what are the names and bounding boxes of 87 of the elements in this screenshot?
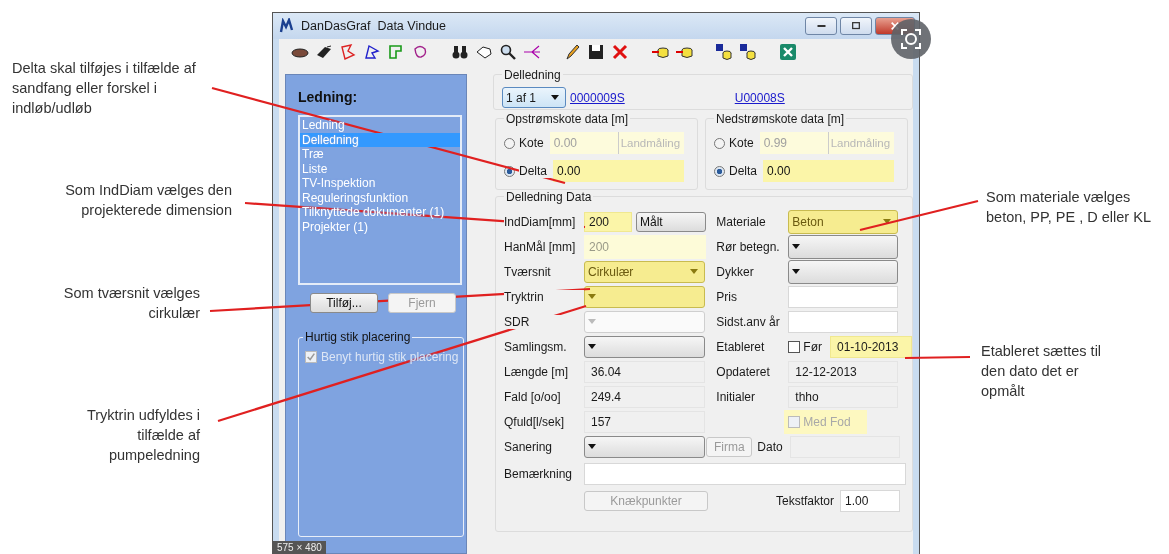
field-label: Tryktrin: [504, 289, 584, 304]
field-label: Dato: [757, 439, 784, 454]
radio-button[interactable]: [714, 165, 725, 177]
caret-icon: [792, 269, 801, 274]
input-field[interactable]: 0.99: [759, 132, 828, 154]
window-title: DanDasGraf Data Vindue: [301, 18, 446, 33]
app-logo-icon: [279, 17, 295, 34]
survey-button[interactable]: Landmåling: [617, 132, 684, 154]
input-field[interactable]: 0.00: [553, 160, 684, 182]
caret-icon: [588, 294, 596, 299]
list-item[interactable]: Træ: [300, 147, 460, 162]
cube-cylinder-icon[interactable]: [739, 43, 757, 62]
maximize-icon: [851, 20, 861, 31]
magnifier-icon[interactable]: [499, 43, 517, 62]
readonly-field: 157: [584, 410, 705, 433]
save-icon[interactable]: [587, 43, 605, 62]
caret-icon: [588, 319, 596, 324]
input-field[interactable]: 0.00: [549, 132, 618, 154]
annotation-text: Delta skal tilføjes i tilfælde af sandfang eller forskel i indløb/udløb: [12, 59, 197, 118]
minimize-button[interactable]: [805, 16, 837, 35]
lens-icon[interactable]: [891, 19, 931, 59]
group-title: Opstrømskote data [m]: [504, 112, 631, 126]
caret-icon: [690, 269, 698, 274]
list-item[interactable]: Delledning: [300, 132, 460, 147]
leader-line: [905, 355, 970, 360]
radio-button[interactable]: [504, 165, 515, 177]
annotation-text: Som materiale vælges beton, PP, PE , D eller KL: [986, 188, 1152, 227]
maximize-button[interactable]: [840, 16, 872, 35]
group-title: Delledning Data: [504, 190, 594, 204]
list-item[interactable]: Projekter (1): [300, 219, 460, 234]
exit-icon[interactable]: [779, 43, 797, 62]
dropdown[interactable]: Cirkulær: [584, 260, 705, 283]
input-field[interactable]: 1.00: [840, 489, 901, 512]
readonly-field: 36.04: [584, 360, 705, 383]
dropdown[interactable]: [584, 335, 705, 358]
list-item[interactable]: Ledning: [300, 118, 460, 133]
node-link[interactable]: U00008S: [734, 90, 785, 105]
dropdown[interactable]: [788, 234, 899, 259]
checkbox[interactable]: [788, 340, 801, 353]
caret-icon: [588, 344, 596, 349]
bracket-icon[interactable]: [387, 43, 405, 62]
pencil-icon[interactable]: [563, 43, 581, 62]
survey-button[interactable]: Landmåling: [827, 132, 894, 154]
checkbox-label: Før: [803, 339, 822, 354]
dropdown[interactable]: [584, 435, 705, 458]
readonly-field: thho: [788, 385, 899, 408]
node-link[interactable]: 0000009S: [570, 90, 625, 105]
list-item[interactable]: TV-Inspektion: [300, 176, 460, 191]
page-dropdown[interactable]: 1 af 1: [502, 87, 566, 108]
caret-icon: [551, 95, 559, 100]
dropdown[interactable]: [788, 259, 899, 284]
readonly-field: 249.4: [584, 385, 705, 408]
measured-button[interactable]: Målt: [636, 211, 706, 232]
image-size-badge: 575 × 480: [273, 541, 326, 554]
radio-button[interactable]: [504, 137, 515, 149]
input-field[interactable]: 0.00: [763, 160, 894, 182]
caret-icon: [792, 244, 801, 249]
radio-button[interactable]: [714, 137, 725, 149]
polygon-icon[interactable]: [363, 43, 381, 62]
checkbox-label: Med Fod: [803, 414, 851, 429]
polygon-icon[interactable]: [339, 43, 357, 62]
annotation-text: Tryktrin udfyldes i tilfælde af pumpeledning: [85, 406, 200, 465]
add-button[interactable]: Tilføj...: [310, 293, 378, 313]
list-item[interactable]: Liste: [300, 161, 460, 176]
cube-cylinder-icon[interactable]: [715, 43, 733, 62]
annotation-text: Etableret sættes til den dato det er opmålt: [981, 342, 1103, 401]
date-field[interactable]: 01-10-2013: [830, 335, 912, 358]
list-item[interactable]: Reguleringsfunktion: [300, 190, 460, 205]
annotation-text: Som IndDiam vælges den projekterede dimension: [64, 181, 232, 220]
field-label: IndDiam[mm]: [504, 214, 584, 229]
group-title: Delledning: [502, 68, 563, 82]
group-title: Nedstrømskote data [m]: [714, 112, 847, 126]
remark-field[interactable]: [584, 462, 906, 485]
group-title: Hurtig stik placering: [303, 330, 413, 344]
delete-icon[interactable]: [611, 43, 629, 62]
radio-label: Delta: [519, 164, 551, 178]
caret-icon: [883, 219, 892, 224]
input-field[interactable]: [788, 310, 899, 333]
input-field[interactable]: 200: [584, 211, 632, 232]
input-field[interactable]: [788, 285, 899, 308]
sidebar-heading: Ledning:: [298, 89, 358, 105]
caret-icon: [588, 444, 596, 449]
annotation-text: Som tværsnit vælges cirkulær: [62, 284, 200, 323]
minimize-icon: [816, 24, 826, 27]
dropdown[interactable]: Beton: [788, 209, 899, 234]
field-label: Tekstfaktor: [776, 493, 835, 508]
readonly-field: 12-12-2013: [788, 360, 899, 383]
